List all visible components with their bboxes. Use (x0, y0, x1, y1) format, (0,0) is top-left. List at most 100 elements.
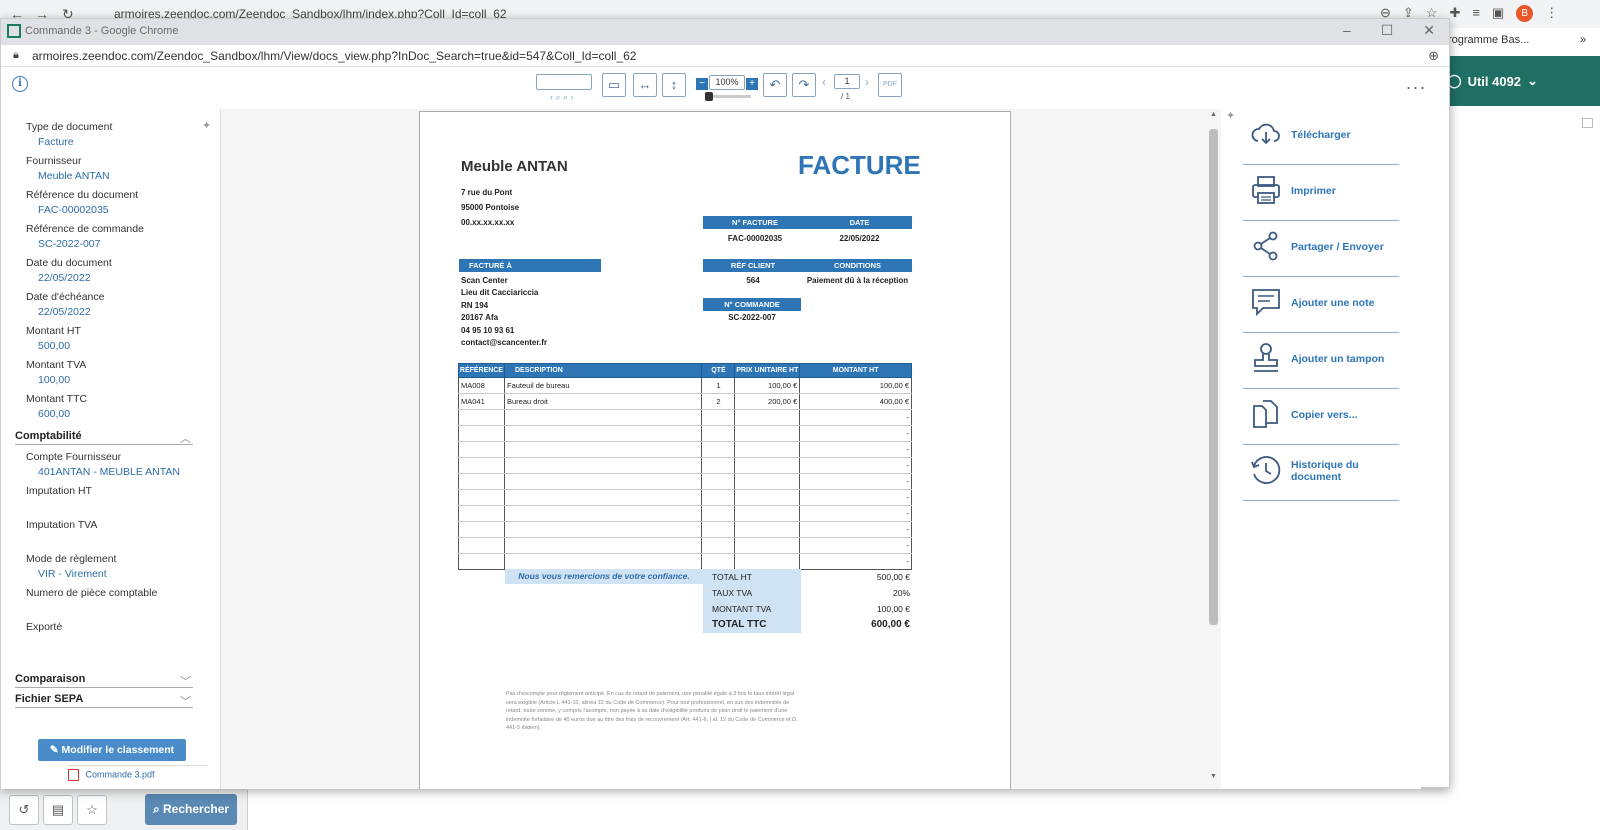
billed-to-line: 04 95 10 93 61 (461, 326, 515, 335)
cloud-download-icon (1251, 123, 1280, 145)
field-value[interactable]: FAC-00002035 (38, 204, 109, 216)
zoom-icon[interactable]: ⊕ (1428, 48, 1439, 64)
fit-width-icon[interactable]: ↔ (633, 73, 657, 97)
field-value[interactable]: 22/05/2022 (38, 306, 91, 318)
fit-height-icon[interactable]: ↕ (662, 73, 686, 97)
billed-to-line: RN 194 (461, 301, 489, 310)
action-share[interactable]: Partager / Envoyer (1243, 221, 1399, 277)
maximize-icon[interactable]: ☐ (1381, 22, 1394, 39)
scroll-down-icon[interactable]: ▼ (1210, 773, 1217, 780)
column-header: RÉFÉRENCE (458, 363, 505, 378)
table-cell (503, 457, 703, 474)
zoom-slider[interactable] (705, 92, 751, 101)
annotation-icon[interactable]: ▭ (602, 73, 626, 97)
sheets-icon (7, 24, 21, 38)
table-cell (701, 537, 736, 554)
action-download[interactable]: Télécharger (1243, 109, 1399, 165)
prev-page-icon[interactable]: ‹ (822, 75, 826, 89)
search-in-doc-input[interactable] (536, 74, 592, 90)
zoom-slider-thumb[interactable] (705, 92, 713, 101)
table-cell (458, 521, 505, 538)
modify-classification-button[interactable]: ✎ Modifier le classement (38, 739, 186, 761)
user-label: Util 4092 (1467, 73, 1522, 89)
table-row: - (458, 553, 912, 570)
panel-toggle-icon[interactable] (1582, 118, 1593, 128)
chevron-down-icon[interactable]: ﹀ (180, 673, 191, 689)
rotate-left-icon[interactable]: ↶ (763, 73, 787, 97)
scrollbar-thumb[interactable] (1209, 129, 1218, 625)
column-header: DESCRIPTION (503, 363, 703, 378)
minimize-icon[interactable]: – (1343, 22, 1351, 39)
section-comparaison[interactable]: Comparaison ﹀ (15, 673, 193, 688)
order-no-header: N° COMMANDE (703, 298, 801, 311)
table-row: - (458, 489, 912, 506)
zoom-out-icon[interactable]: − (696, 78, 708, 90)
field-value[interactable]: Facture (38, 136, 74, 148)
field-value[interactable]: 401ANTAN - MEUBLE ANTAN (38, 466, 180, 478)
pin-icon[interactable]: ✦ (202, 119, 211, 132)
search-icon: ⌕ (152, 802, 160, 816)
total-value: 600,00 € (801, 617, 912, 633)
chevron-up-icon[interactable]: ︿ (180, 430, 191, 446)
action-copy-to[interactable]: Copier vers... (1243, 389, 1399, 445)
search-nav-icons[interactable]: ‹ ⌕ ⌕ › (550, 92, 574, 103)
zoom-in-icon[interactable]: + (746, 78, 758, 90)
section-fichier-sepa[interactable]: Fichier SEPA ﹀ (15, 693, 193, 708)
table-cell: - (799, 553, 912, 570)
info-icon[interactable]: i (12, 76, 28, 92)
window-controls: – ☐ ✕ (1343, 22, 1435, 39)
table-cell (701, 441, 736, 458)
table-cell (458, 505, 505, 522)
favorite-icon[interactable]: ☆ (77, 795, 107, 825)
popup-url-text[interactable]: armoires.zeendoc.com/Zeendoc_Sandbox/lhm… (32, 49, 636, 63)
save-search-icon[interactable]: ▤ (43, 795, 73, 825)
reset-icon[interactable]: ↺ (9, 795, 39, 825)
action-add-note[interactable]: Ajouter une note (1243, 277, 1399, 333)
table-cell: 1 (701, 377, 736, 394)
search-button[interactable]: ⌕ Rechercher (145, 794, 237, 825)
pin-icon[interactable]: ✦ (1226, 109, 1235, 122)
sidepanel-icon[interactable]: ▣ (1492, 5, 1504, 22)
bookmark-item[interactable]: rogramme Bas... (1448, 34, 1529, 46)
close-icon[interactable]: ✕ (1423, 22, 1435, 39)
field-value[interactable]: 22/05/2022 (38, 272, 91, 284)
chrome-menu-icon[interactable]: ⋮ (1545, 5, 1558, 22)
extensions-icon[interactable]: ✚ (1449, 5, 1460, 22)
rotate-right-icon[interactable]: ↷ (792, 73, 816, 97)
action-history[interactable]: Historique du document (1243, 445, 1399, 501)
total-value: 100,00 € (876, 604, 910, 614)
action-print[interactable]: Imprimer (1243, 165, 1399, 221)
user-menu[interactable]: ◯ Util 4092 ⌄ (1447, 73, 1538, 89)
table-cell: Fauteuil de bureau (503, 377, 703, 394)
field-value[interactable]: 600,00 (38, 408, 70, 420)
bookmarks-more-icon[interactable]: » (1580, 34, 1586, 46)
profile-avatar[interactable]: B (1516, 5, 1534, 22)
attachment-link[interactable]: Commande 3.pdf (68, 765, 208, 781)
field-value[interactable]: SC-2022-007 (38, 238, 100, 250)
client-ref-header: RÉF CLIENT (703, 259, 803, 272)
page-number-input[interactable]: 1 (834, 74, 860, 89)
more-options-icon[interactable]: ... (1406, 73, 1427, 94)
field-value[interactable]: 500,00 (38, 340, 70, 352)
total-label: TAUX TVA (703, 585, 801, 601)
attachment-name[interactable]: Commande 3.pdf (86, 769, 155, 779)
section-comptabilite[interactable]: Comptabilité ︿ (15, 430, 193, 445)
action-label: Copier vers... (1291, 409, 1358, 421)
field-value[interactable]: Meuble ANTAN (38, 170, 110, 182)
scroll-up-icon[interactable]: ▲ (1210, 111, 1217, 118)
document-scrollbar[interactable]: ▲ ▼ (1209, 111, 1219, 785)
modify-button-label: Modifier le classement (61, 744, 175, 756)
total-row: TOTAL TTC 600,00 € (703, 617, 912, 633)
action-add-stamp[interactable]: Ajouter un tampon (1243, 333, 1399, 389)
pdf-export-icon[interactable]: PDF (878, 73, 902, 97)
next-page-icon[interactable]: › (865, 75, 869, 89)
table-row: - (458, 521, 912, 538)
invoice-totals: TOTAL HT 500,00 € TAUX TVA 20% MONTANT T… (703, 569, 912, 633)
chevron-down-icon[interactable]: ﹀ (180, 693, 191, 709)
field-value[interactable]: VIR - Virement (38, 568, 107, 580)
zoom-level-input[interactable]: 100% (709, 75, 745, 90)
table-cell (503, 409, 703, 426)
legal-footnote: Pas d'escompte pour règlement anticipé. … (506, 691, 798, 731)
field-value[interactable]: 100,00 (38, 374, 70, 386)
reading-list-icon[interactable]: ≡ (1472, 5, 1480, 22)
